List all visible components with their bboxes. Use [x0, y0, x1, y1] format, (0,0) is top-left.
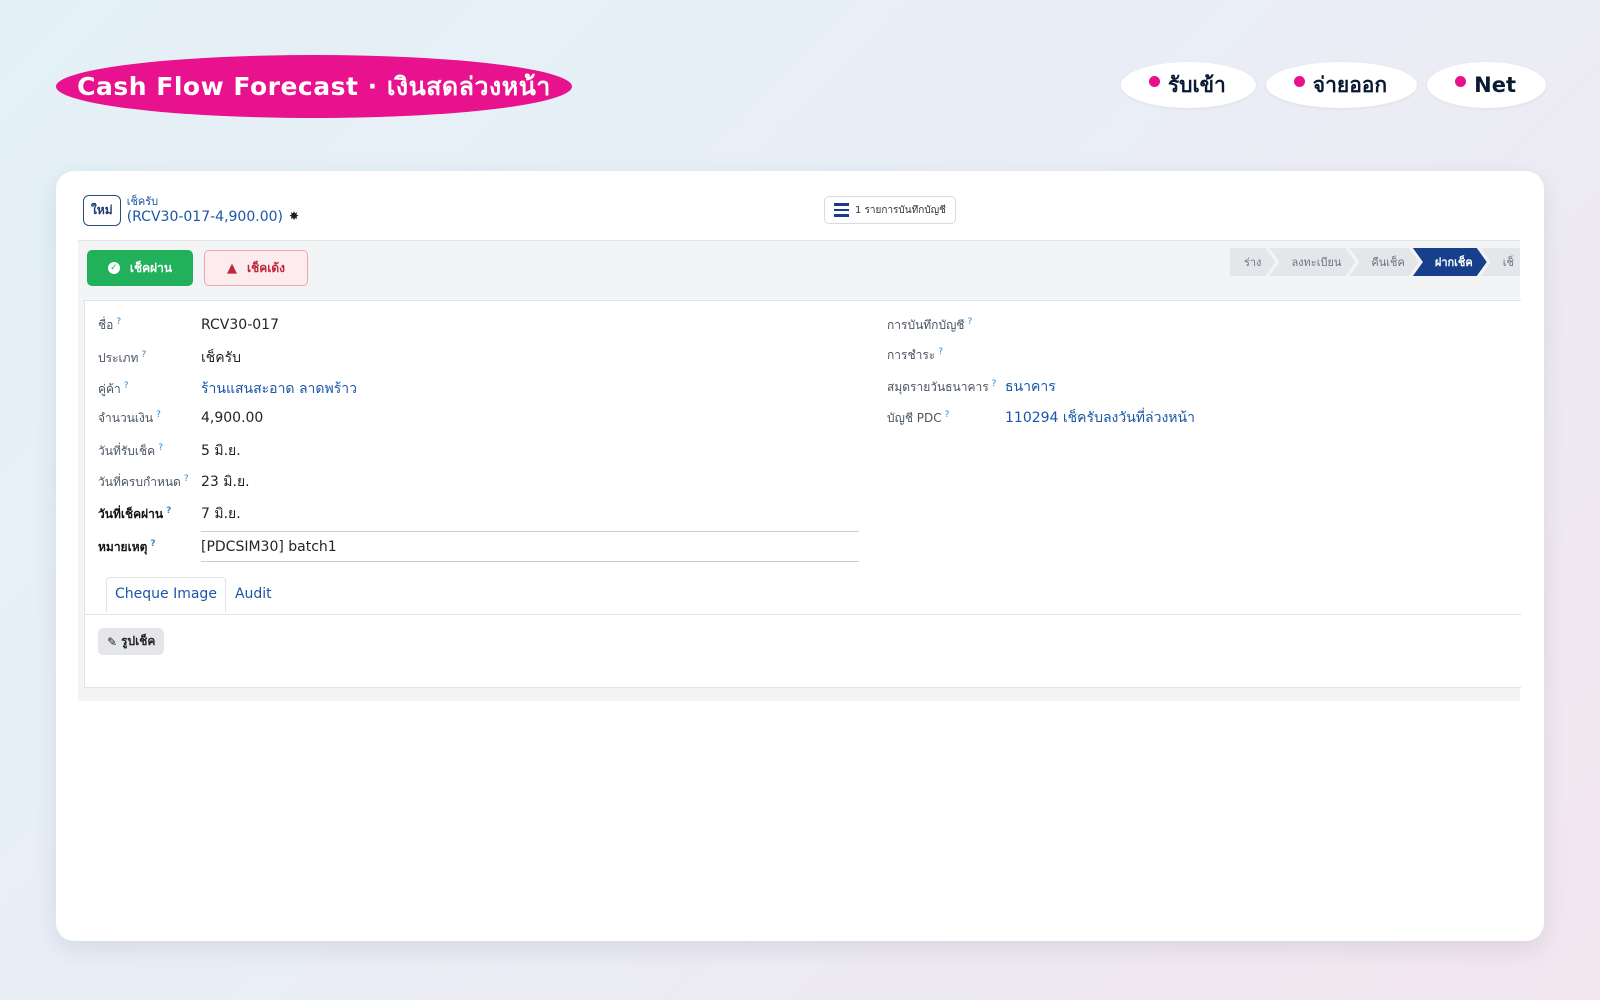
- help-icon: ?: [141, 350, 147, 360]
- help-icon: ?: [166, 506, 172, 516]
- tab-cheque-image[interactable]: Cheque Image: [106, 577, 226, 613]
- field-value: 5 มิ.ย.: [201, 443, 241, 459]
- help-icon: ?: [123, 381, 129, 391]
- field-label: คู่ค้า?: [98, 381, 129, 396]
- record-title: (RCV30-017-4,900.00) ✸: [127, 209, 299, 225]
- status-step-registered[interactable]: ลงทะเบียน: [1269, 248, 1355, 276]
- field-receive-date: วันที่รับเช็ค? 5 มิ.ย.: [98, 440, 241, 462]
- legend-item-expense: จ่ายออก: [1265, 62, 1418, 108]
- help-icon: ?: [991, 379, 997, 389]
- notebook-tabs: Cheque Image Audit: [106, 577, 281, 613]
- help-icon: ?: [183, 474, 189, 484]
- field-label: วันที่เช็คผ่าน?: [98, 506, 172, 521]
- list-icon: [834, 203, 849, 217]
- help-icon: ?: [156, 410, 161, 420]
- bank-journal-link[interactable]: ธนาคาร: [1005, 376, 1056, 398]
- legend-label: รับเข้า: [1167, 72, 1226, 97]
- legend-dot-icon: [1455, 75, 1467, 87]
- note-input[interactable]: [PDCSIM30] batch1: [201, 539, 859, 562]
- field-payment: การชำระ?: [887, 346, 1005, 365]
- status-step-returned[interactable]: คืนเช็ค: [1349, 248, 1418, 276]
- legend-item-income: รับเข้า: [1120, 62, 1256, 108]
- field-label: ชื่อ?: [98, 317, 122, 332]
- legend: รับเข้า จ่ายออก Net: [1120, 62, 1546, 108]
- attachment-label: รูปเช็ค: [121, 634, 156, 648]
- field-value: 23 มิ.ย.: [201, 474, 250, 490]
- field-label: วันที่ครบกำหนด?: [98, 474, 189, 489]
- field-label: หมายเหตุ?: [98, 539, 156, 554]
- cheque-pass-button[interactable]: ✓ เช็คผ่าน: [87, 250, 193, 286]
- field-amount: จำนวนเงิน? 4,900.00: [98, 409, 263, 428]
- field-value: 4,900.00: [201, 410, 264, 426]
- status-step-draft[interactable]: ร่าง: [1230, 248, 1275, 276]
- partner-link[interactable]: ร้านแสนสะอาด ลาดพร้าว: [201, 378, 357, 400]
- field-label: สมุดรายวันธนาคาร?: [887, 379, 997, 394]
- attachment-chip[interactable]: ✎ รูปเช็ค: [98, 628, 165, 655]
- legend-label: จ่ายออก: [1312, 72, 1388, 97]
- tab-audit[interactable]: Audit: [226, 577, 281, 613]
- help-icon: ?: [938, 347, 944, 357]
- cheque-bounce-label: เช็คเด้ง: [246, 260, 286, 275]
- field-note: หมายเหตุ? [PDCSIM30] batch1: [98, 538, 859, 562]
- breadcrumb-parent-link[interactable]: เช็ครับ: [127, 195, 299, 209]
- cheque-bounce-button[interactable]: ▲ เช็คเด้ง: [204, 250, 308, 286]
- field-label: การบันทึกบัญชี?: [887, 317, 973, 332]
- clear-date-input[interactable]: 7 มิ.ย.: [201, 503, 859, 532]
- status-bar: ✓ เช็คผ่าน ▲ เช็คเด้ง ร่าง ลงทะเบียน คืน…: [78, 241, 1520, 298]
- help-icon: ?: [967, 317, 973, 327]
- field-bank-journal: สมุดรายวันธนาคาร? ธนาคาร: [887, 376, 1056, 398]
- tab-divider: [85, 614, 1521, 615]
- field-label: บัญชี PDC?: [887, 410, 950, 425]
- status-step-deposited[interactable]: ฝากเช็ค: [1413, 248, 1487, 276]
- field-clear-date: วันที่เช็คผ่าน? 7 มิ.ย.: [98, 503, 859, 532]
- field-label: การชำระ?: [887, 347, 944, 362]
- breadcrumb: ใหม่ เช็ครับ (RCV30-017-4,900.00) ✸: [83, 195, 299, 226]
- field-type: ประเภท? เช็ครับ: [98, 347, 241, 369]
- field-due-date: วันที่ครบกำหนด? 23 มิ.ย.: [98, 471, 250, 493]
- legend-dot-icon: [1293, 75, 1305, 87]
- help-icon: ?: [158, 443, 163, 453]
- field-name: ชื่อ? RCV30-017: [98, 316, 279, 335]
- field-label: จำนวนเงิน?: [98, 410, 161, 425]
- field-partner: คู่ค้า? ร้านแสนสะอาด ลาดพร้าว: [98, 378, 357, 400]
- help-icon: ?: [944, 410, 950, 420]
- gear-icon[interactable]: ✸: [289, 209, 299, 224]
- status-steps: ร่าง ลงทะเบียน คืนเช็ค ฝากเช็ค เช็: [1230, 248, 1520, 276]
- field-journal-entry: การบันทึกบัญชี?: [887, 316, 1005, 335]
- form-workarea: ✓ เช็คผ่าน ▲ เช็คเด้ง ร่าง ลงทะเบียน คืน…: [78, 240, 1521, 701]
- field-label: ประเภท?: [98, 350, 147, 365]
- field-value: RCV30-017: [201, 317, 279, 333]
- pdc-account-link[interactable]: 110294 เช็ครับลงวันที่ล่วงหน้า: [1005, 407, 1195, 429]
- screenshot-card: ใหม่ เช็ครับ (RCV30-017-4,900.00) ✸ 1 รา…: [56, 171, 1544, 941]
- paperclip-icon: ✎: [107, 634, 118, 649]
- record-title-text: (RCV30-017-4,900.00): [126, 208, 283, 225]
- legend-item-net: Net: [1427, 62, 1546, 108]
- page-title: Cash Flow Forecast · เงินสดล่วงหน้า: [56, 55, 572, 118]
- legend-label: Net: [1474, 73, 1516, 97]
- help-icon: ?: [116, 317, 122, 327]
- help-icon: ?: [150, 539, 156, 549]
- journal-entries-label: 1 รายการบันทึกบัญชี: [855, 204, 946, 216]
- new-button[interactable]: ใหม่: [83, 195, 121, 226]
- check-circle-icon: ✓: [107, 262, 120, 274]
- field-value: เช็ครับ: [201, 350, 242, 366]
- field-label: วันที่รับเช็ค?: [98, 443, 163, 458]
- field-pdc-account: บัญชี PDC? 110294 เช็ครับลงวันที่ล่วงหน้…: [887, 407, 1195, 429]
- cheque-pass-label: เช็คผ่าน: [129, 260, 173, 275]
- legend-dot-icon: [1148, 75, 1160, 87]
- journal-entries-button[interactable]: 1 รายการบันทึกบัญชี: [824, 196, 956, 224]
- breadcrumb-text: เช็ครับ (RCV30-017-4,900.00) ✸: [127, 195, 299, 225]
- form-sheet: ชื่อ? RCV30-017 ประเภท? เช็ครับ คู่ค้า? …: [84, 300, 1521, 688]
- warning-icon: ▲: [226, 260, 237, 276]
